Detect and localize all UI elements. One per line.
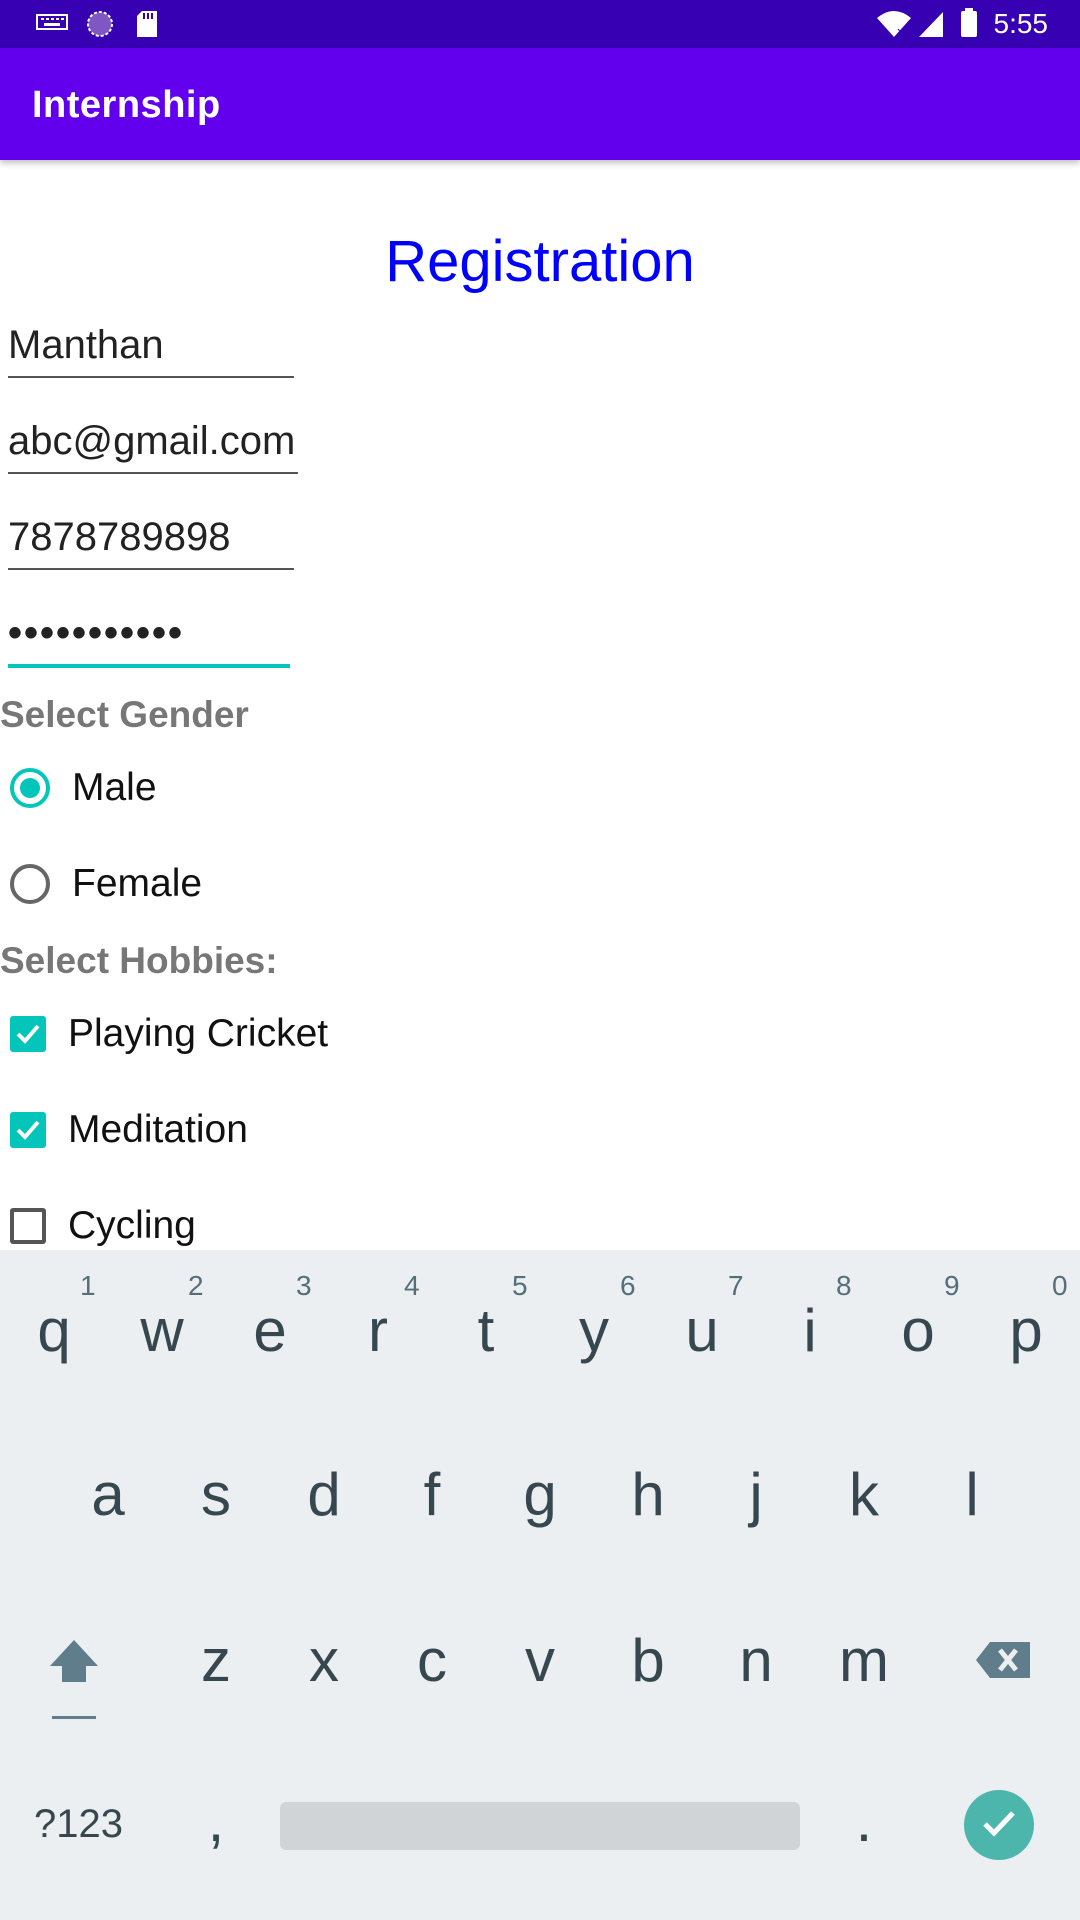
key-z[interactable]: z xyxy=(176,1626,256,1695)
radio-female[interactable]: Female xyxy=(10,854,202,914)
key-period[interactable]: . xyxy=(824,1786,904,1855)
key-f[interactable]: f xyxy=(392,1460,472,1529)
radio-male[interactable]: Male xyxy=(10,758,157,818)
key-a[interactable]: a xyxy=(68,1460,148,1529)
svg-text:x: x xyxy=(897,25,904,38)
battery-icon xyxy=(960,8,978,43)
email-value: abc@gmail.com xyxy=(8,419,296,463)
key-y[interactable]: y xyxy=(554,1296,634,1365)
keyboard-icon xyxy=(36,14,68,39)
checkbox-unchecked-icon xyxy=(10,1208,46,1244)
enter-key[interactable] xyxy=(964,1790,1034,1860)
radio-checked-icon xyxy=(10,768,50,808)
checkbox-cycling[interactable]: Cycling xyxy=(10,1196,196,1256)
key-c[interactable]: c xyxy=(392,1626,472,1695)
app-title: Internship xyxy=(32,84,221,126)
page-title: Registration xyxy=(385,229,695,294)
key-s[interactable]: s xyxy=(176,1460,256,1529)
status-bar: x 5:55 xyxy=(0,0,1080,48)
name-value: Manthan xyxy=(8,323,164,367)
phone-field[interactable]: 7878789898 xyxy=(8,514,294,570)
sd-card-icon xyxy=(136,10,158,43)
key-w[interactable]: w xyxy=(122,1296,202,1365)
key-r[interactable]: r xyxy=(338,1296,418,1365)
password-field[interactable]: ••••••••••• xyxy=(8,611,290,668)
key-t[interactable]: t xyxy=(446,1296,526,1365)
key-comma[interactable]: , xyxy=(176,1786,256,1855)
key-m[interactable]: m xyxy=(824,1626,904,1695)
checkbox-cycling-label: Cycling xyxy=(68,1204,196,1247)
app-bar: Internship xyxy=(0,48,1080,160)
signal-icon xyxy=(918,10,944,43)
checkbox-playing-cricket-label: Playing Cricket xyxy=(68,1012,329,1055)
checkbox-playing-cricket[interactable]: Playing Cricket xyxy=(10,1004,328,1064)
key-k[interactable]: k xyxy=(824,1460,904,1529)
hobbies-label: Select Hobbies: xyxy=(0,940,278,981)
key-p[interactable]: p xyxy=(986,1296,1066,1365)
key-x[interactable]: x xyxy=(284,1626,364,1695)
key-u[interactable]: u xyxy=(662,1296,742,1365)
radio-male-label: Male xyxy=(72,766,157,809)
checkbox-meditation-label: Meditation xyxy=(68,1108,248,1151)
key-l[interactable]: l xyxy=(932,1460,1012,1529)
key-b[interactable]: b xyxy=(608,1626,688,1695)
key-v[interactable]: v xyxy=(500,1626,580,1695)
email-field[interactable]: abc@gmail.com xyxy=(8,418,298,474)
gender-label: Select Gender xyxy=(0,694,249,735)
status-time: 5:55 xyxy=(993,8,1049,39)
checkbox-checked-icon xyxy=(10,1016,46,1052)
wifi-icon: x xyxy=(876,10,912,43)
checkbox-checked-icon xyxy=(10,1112,46,1148)
radio-female-label: Female xyxy=(72,862,203,905)
checkbox-meditation[interactable]: Meditation xyxy=(10,1100,248,1160)
key-i[interactable]: i xyxy=(770,1296,850,1365)
key-e[interactable]: e xyxy=(230,1296,310,1365)
radio-unchecked-icon xyxy=(10,864,50,904)
shift-icon[interactable] xyxy=(46,1636,102,1720)
name-field[interactable]: Manthan xyxy=(8,322,294,378)
checkmark-icon xyxy=(981,1808,1017,1843)
space-bar[interactable] xyxy=(280,1802,800,1850)
key-q[interactable]: q xyxy=(14,1296,94,1365)
key-o[interactable]: o xyxy=(878,1296,958,1365)
key-j[interactable]: j xyxy=(716,1460,796,1529)
sync-icon xyxy=(86,10,114,43)
password-value: ••••••••••• xyxy=(8,611,185,655)
key-d[interactable]: d xyxy=(284,1460,364,1529)
key-n[interactable]: n xyxy=(716,1626,796,1695)
phone-value: 7878789898 xyxy=(8,515,231,559)
key-g[interactable]: g xyxy=(500,1460,580,1529)
backspace-icon[interactable] xyxy=(974,1640,1034,1680)
symbols-key[interactable]: ?123 xyxy=(34,1802,123,1847)
key-h[interactable]: h xyxy=(608,1460,688,1529)
